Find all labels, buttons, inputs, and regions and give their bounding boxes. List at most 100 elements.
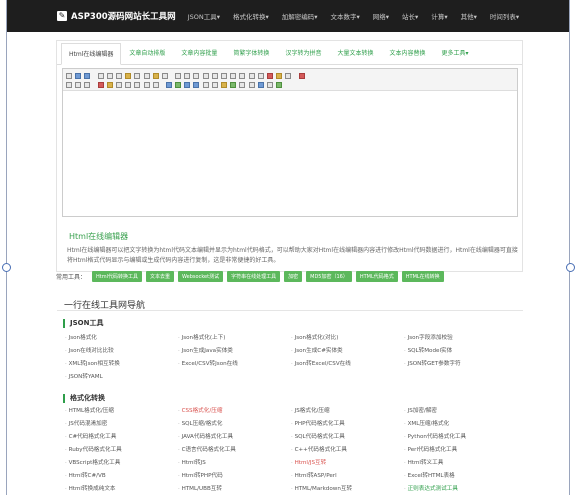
emoticon-icon[interactable] [221, 81, 227, 88]
link-icon[interactable] [257, 81, 264, 88]
clear-format-icon[interactable] [266, 72, 273, 79]
source-icon[interactable] [66, 72, 72, 79]
tool-link[interactable]: HTML格式化/压缩 [65, 405, 178, 418]
tool-link[interactable]: JS代码混淆加密 [65, 418, 178, 431]
tool-link[interactable]: Html转义工具 [404, 457, 520, 470]
tool-link[interactable]: Html转换成纯文本 [65, 483, 178, 495]
horizontal-rule-icon[interactable] [211, 81, 218, 88]
italic-icon[interactable] [125, 81, 132, 88]
image-icon[interactable] [165, 81, 172, 88]
tool-link[interactable]: Python代码格式化工具 [404, 431, 520, 444]
tool-link[interactable]: Json字段添加校验 [404, 332, 520, 345]
tool-link[interactable]: Json格式化(对比) [291, 332, 404, 345]
tool-link[interactable]: SQL转Model实体 [404, 345, 520, 358]
tab-html-editor[interactable]: Html在线编辑器 [61, 43, 122, 65]
fullscreen-icon[interactable] [285, 72, 292, 79]
new-document-icon[interactable] [97, 72, 104, 79]
flash-icon[interactable] [184, 81, 191, 88]
tool-link[interactable]: Html转C#/VB [65, 470, 178, 483]
menu-item-time[interactable]: 时间列表▾ [490, 11, 519, 21]
tab-bulk-text[interactable]: 大量文本转换 [329, 48, 381, 64]
font-size-icon[interactable] [84, 81, 91, 88]
underline-icon[interactable] [134, 81, 141, 88]
tool-button[interactable]: HTML在线转换 [401, 271, 444, 282]
tool-link[interactable]: Html转PHP代码 [178, 470, 291, 483]
tool-link[interactable]: Json生成Java实体类 [178, 345, 291, 358]
tool-button[interactable]: 字符串在线处理工具 [227, 271, 281, 282]
tool-link[interactable]: Ruby代码格式化工具 [65, 444, 178, 457]
tool-link[interactable]: Html/JS互转 [291, 457, 404, 470]
rich-text-editor[interactable] [62, 68, 518, 217]
editor-content-area[interactable] [63, 91, 517, 216]
tab-more-tools[interactable]: 更多工具▾ [433, 48, 476, 64]
superscript-icon[interactable] [257, 72, 264, 79]
highlight-icon[interactable] [106, 81, 113, 88]
menu-item-format[interactable]: 格式化转换▾ [233, 11, 269, 21]
cut-icon[interactable] [134, 72, 141, 79]
about-icon[interactable] [298, 72, 305, 79]
tool-link[interactable]: C#代码格式化工具 [65, 431, 178, 444]
menu-item-network[interactable]: 网络▾ [373, 11, 389, 21]
menu-item-encode[interactable]: 加解密编码▾ [282, 11, 318, 21]
tool-link[interactable]: JS格式化/压缩 [291, 405, 404, 418]
tool-button[interactable]: MD5加密（16） [306, 271, 352, 282]
tool-link[interactable]: HTML/UBB互转 [178, 483, 291, 495]
tab-auto-layout[interactable]: 文章自动排版 [121, 48, 173, 64]
tool-link[interactable]: VBScript格式化工具 [65, 457, 178, 470]
template-icon[interactable] [125, 72, 132, 79]
font-family-icon[interactable] [75, 81, 82, 88]
print-icon[interactable] [115, 72, 122, 79]
menu-item-text[interactable]: 文本数字▾ [331, 11, 360, 21]
tool-button[interactable]: Html代码转换工具 [92, 271, 142, 282]
tool-link[interactable]: SQL压缩/格式化 [178, 418, 291, 431]
media-icon[interactable] [193, 81, 200, 88]
left-resize-handle[interactable] [2, 263, 11, 272]
preview-icon[interactable] [106, 72, 113, 79]
tool-link[interactable]: C++代码格式化工具 [291, 444, 404, 457]
unordered-list-icon[interactable] [221, 72, 227, 79]
tool-link[interactable]: 正则表达式测试工具 [404, 483, 520, 495]
paste-text-icon[interactable] [161, 72, 168, 79]
indent-icon[interactable] [230, 72, 237, 79]
outdent-icon[interactable] [239, 72, 246, 79]
tool-link[interactable]: Json格式化(上下) [178, 332, 291, 345]
tool-link[interactable]: Excel转HTML表格 [404, 470, 520, 483]
menu-item-webmaster[interactable]: 站长▾ [402, 11, 418, 21]
unlink-icon[interactable] [266, 81, 273, 88]
tool-link[interactable]: CSS格式化/压缩 [178, 405, 291, 418]
tool-link[interactable]: Json转Excel/CSV在线 [291, 358, 404, 371]
tool-link[interactable]: XML压缩/格式化 [404, 418, 520, 431]
heading-icon[interactable] [66, 81, 72, 88]
tool-link[interactable]: Html转ASP/Perl [291, 470, 404, 483]
tool-link[interactable]: HTML/Markdown互转 [291, 483, 404, 495]
ordered-list-icon[interactable] [211, 72, 218, 79]
table-icon[interactable] [202, 81, 209, 88]
align-justify-icon[interactable] [202, 72, 209, 79]
align-right-icon[interactable] [193, 72, 200, 79]
strikethrough-icon[interactable] [143, 81, 150, 88]
tool-link[interactable]: XML转Json相互转换 [65, 358, 178, 371]
tool-link[interactable]: PHP代码格式化工具 [291, 418, 404, 431]
multi-image-icon[interactable] [175, 81, 182, 88]
tool-link[interactable]: SQL代码格式化工具 [291, 431, 404, 444]
tool-link[interactable]: JS加密/解密 [404, 405, 520, 418]
site-logo[interactable]: ✎ ASP300源码网站长工具网 [57, 10, 176, 22]
tool-button[interactable]: 加密 [284, 271, 303, 282]
font-color-icon[interactable] [97, 81, 104, 88]
menu-item-other[interactable]: 其他▾ [461, 11, 477, 21]
menu-item-calc[interactable]: 计算▾ [431, 11, 447, 21]
tool-link[interactable]: Perl代码格式化工具 [404, 444, 520, 457]
tool-link[interactable]: JAVA代码格式化工具 [178, 431, 291, 444]
tool-link[interactable]: Json在线对比比较 [65, 345, 178, 358]
tool-link[interactable]: Json生成C#实体类 [291, 345, 404, 358]
bold-icon[interactable] [115, 81, 122, 88]
code-icon[interactable] [239, 81, 246, 88]
remove-format-icon[interactable] [152, 81, 159, 88]
tool-link[interactable]: JSON转GET参数字符 [404, 358, 520, 371]
tool-button[interactable]: HTML代码格式 [355, 271, 398, 282]
tab-batch-content[interactable]: 文章内容批量 [173, 48, 225, 64]
tool-link[interactable]: Json格式化 [65, 332, 178, 345]
anchor-icon[interactable] [276, 81, 283, 88]
menu-item-json[interactable]: JSON工具▾ [188, 11, 220, 21]
tab-pinyin[interactable]: 汉字转为拼音 [277, 48, 329, 64]
